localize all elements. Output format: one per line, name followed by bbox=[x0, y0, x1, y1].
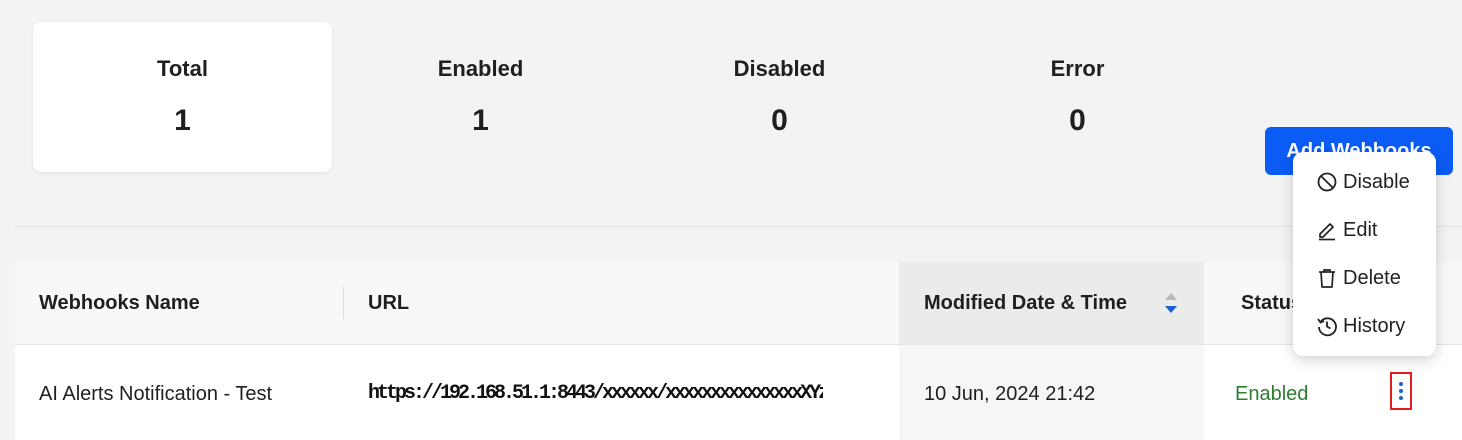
column-header-url[interactable]: URL bbox=[368, 262, 409, 344]
column-header-name[interactable]: Webhooks Name bbox=[39, 262, 200, 344]
kebab-dot bbox=[1399, 382, 1403, 386]
webhooks-table: Webhooks Name URL Modified Date & Time S… bbox=[15, 262, 1462, 440]
menu-item-label: Delete bbox=[1343, 267, 1401, 289]
stat-label: Error bbox=[1050, 56, 1105, 81]
row-actions-menu: Disable Edit Delete History bbox=[1293, 152, 1436, 356]
stat-card-error[interactable]: Error 0 bbox=[928, 22, 1227, 172]
stat-label: Disabled bbox=[733, 56, 826, 81]
cell-url: https://192.168.51.1:8443/xxxxxx/xxxxxxx… bbox=[368, 382, 823, 405]
ban-icon bbox=[1317, 172, 1337, 192]
kebab-dot bbox=[1399, 389, 1403, 393]
table-row: AI Alerts Notification - Test https://19… bbox=[15, 345, 1462, 440]
stat-card-disabled[interactable]: Disabled 0 bbox=[630, 22, 929, 172]
stat-card-total[interactable]: Total 1 bbox=[33, 22, 332, 172]
stat-label: Enabled bbox=[437, 56, 524, 81]
status-badge: Enabled bbox=[1235, 383, 1309, 405]
menu-item-history[interactable]: History bbox=[1293, 302, 1436, 350]
cell-name: AI Alerts Notification - Test bbox=[39, 383, 273, 405]
pencil-icon bbox=[1319, 223, 1335, 241]
menu-item-label: Disable bbox=[1343, 171, 1410, 193]
column-divider bbox=[343, 287, 344, 319]
column-header-modified[interactable]: Modified Date & Time bbox=[924, 262, 1127, 344]
stat-card-enabled[interactable]: Enabled 1 bbox=[331, 22, 630, 172]
trash-icon bbox=[1319, 269, 1335, 288]
menu-item-edit[interactable]: Edit bbox=[1293, 206, 1436, 254]
stat-label: Total bbox=[157, 56, 208, 81]
stat-value: 1 bbox=[472, 104, 489, 137]
cell-modified: 10 Jun, 2024 21:42 bbox=[924, 383, 1096, 405]
menu-item-label: History bbox=[1343, 315, 1406, 337]
table-header: Webhooks Name URL Modified Date & Time S… bbox=[15, 262, 1462, 345]
stat-value: 0 bbox=[771, 104, 788, 137]
menu-item-disable[interactable]: Disable bbox=[1293, 158, 1436, 206]
kebab-dot bbox=[1399, 396, 1403, 400]
section-divider bbox=[15, 226, 1462, 227]
row-actions-kebab-icon[interactable] bbox=[1390, 372, 1412, 410]
history-icon bbox=[1317, 317, 1337, 337]
menu-item-label: Edit bbox=[1343, 219, 1378, 241]
sort-icon[interactable] bbox=[1163, 291, 1179, 315]
stat-value: 0 bbox=[1069, 104, 1086, 137]
stat-value: 1 bbox=[174, 104, 191, 137]
menu-item-delete[interactable]: Delete bbox=[1293, 254, 1436, 302]
